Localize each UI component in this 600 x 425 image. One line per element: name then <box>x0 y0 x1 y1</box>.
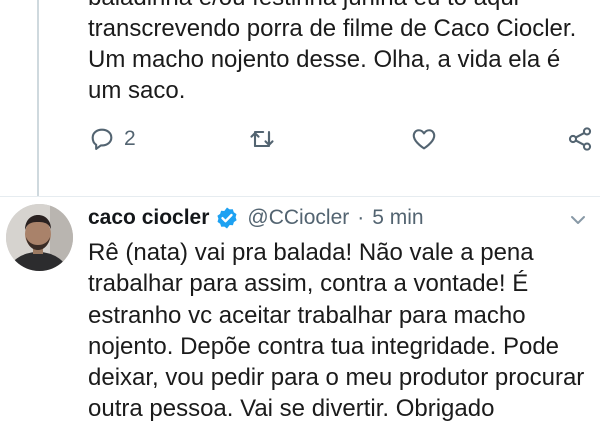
tweet-text: Rê (nata) vai pra balada! Não vale a pen… <box>88 239 585 423</box>
reply-count: 2 <box>124 127 136 150</box>
share-button[interactable] <box>566 122 594 156</box>
user-handle[interactable]: @CCiocler <box>247 206 349 230</box>
chevron-down-icon[interactable] <box>566 208 590 232</box>
tweet-header: caco ciocler @CCiocler · 5 min <box>88 203 424 233</box>
like-button[interactable] <box>410 122 438 156</box>
verified-badge-icon <box>217 207 238 229</box>
header-separator: · <box>357 206 365 229</box>
tweet-divider <box>0 196 600 197</box>
display-name[interactable]: caco ciocler <box>88 206 209 230</box>
avatar[interactable] <box>6 204 73 271</box>
thread-connector-line <box>37 0 39 196</box>
reply-button[interactable]: 2 <box>88 122 136 156</box>
reply-icon <box>91 128 113 150</box>
previous-tweet-text: baladinha e/ou festinha junina eu tô aqu… <box>88 0 577 104</box>
share-icon <box>568 127 592 151</box>
like-icon <box>412 129 436 150</box>
retweet-icon <box>250 130 274 148</box>
previous-tweet-actions: 2 <box>88 122 598 156</box>
tweet-timestamp[interactable]: 5 min <box>372 206 423 230</box>
retweet-button[interactable] <box>248 122 276 156</box>
profile-photo-icon <box>6 204 73 271</box>
